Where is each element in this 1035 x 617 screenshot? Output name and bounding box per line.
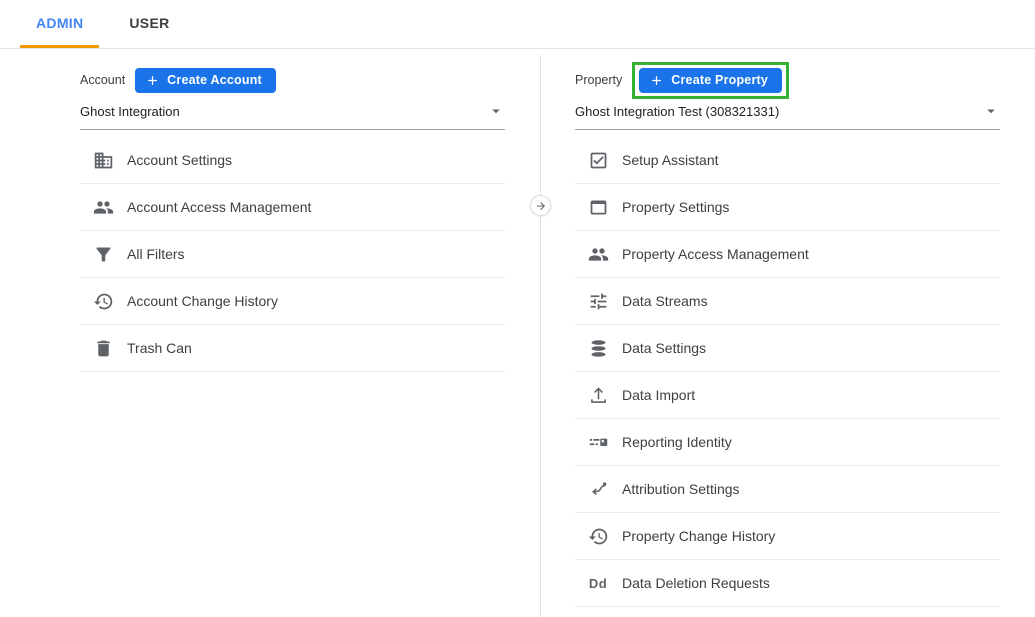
menu-item-data-import[interactable]: Data Import xyxy=(575,372,1000,419)
menu-item-data-deletion-requests[interactable]: Dd Data Deletion Requests xyxy=(575,560,1000,607)
create-property-highlight-box: Create Property xyxy=(632,62,789,99)
trash-icon xyxy=(92,337,114,359)
property-label: Property xyxy=(575,73,622,87)
history-icon xyxy=(92,290,114,312)
people-icon xyxy=(92,196,114,218)
admin-tab-bar: ADMIN USER xyxy=(0,0,1035,49)
dropdown-caret-icon xyxy=(982,102,1000,120)
setup-assistant-icon xyxy=(587,149,609,171)
property-menu: Setup Assistant Property Settings Proper… xyxy=(575,137,1000,607)
account-selector[interactable]: Ghost Integration xyxy=(80,102,505,130)
menu-item-data-settings[interactable]: Data Settings xyxy=(575,325,1000,372)
identity-icon xyxy=(587,431,609,453)
expand-column-arrow-button[interactable] xyxy=(530,195,551,216)
menu-item-attribution-settings[interactable]: Attribution Settings xyxy=(575,466,1000,513)
tab-admin[interactable]: ADMIN xyxy=(20,0,99,48)
admin-content: Account Create Account Ghost Integration… xyxy=(0,49,1035,617)
property-column: Property Create Property Ghost Integrati… xyxy=(575,49,1000,607)
account-column: Account Create Account Ghost Integration… xyxy=(80,49,505,372)
column-divider xyxy=(540,55,541,617)
upload-icon xyxy=(587,384,609,406)
plus-icon xyxy=(145,73,160,88)
business-icon xyxy=(92,149,114,171)
account-menu: Account Settings Account Access Manageme… xyxy=(80,137,505,372)
database-icon xyxy=(587,337,609,359)
history-icon xyxy=(587,525,609,547)
dd-icon: Dd xyxy=(587,572,609,594)
create-account-button[interactable]: Create Account xyxy=(135,68,276,93)
plus-icon xyxy=(649,73,664,88)
menu-item-all-filters[interactable]: All Filters xyxy=(80,231,505,278)
property-selector-value: Ghost Integration Test (308321331) xyxy=(575,104,779,119)
menu-item-account-change-history[interactable]: Account Change History xyxy=(80,278,505,325)
arrow-right-icon xyxy=(535,200,547,212)
account-label: Account xyxy=(80,73,125,87)
people-icon xyxy=(587,243,609,265)
tab-user[interactable]: USER xyxy=(113,0,185,48)
menu-item-account-settings[interactable]: Account Settings xyxy=(80,137,505,184)
property-selector[interactable]: Ghost Integration Test (308321331) xyxy=(575,102,1000,130)
dropdown-caret-icon xyxy=(487,102,505,120)
filter-icon xyxy=(92,243,114,265)
account-column-header: Account Create Account xyxy=(80,66,505,94)
create-property-button[interactable]: Create Property xyxy=(639,68,782,93)
menu-item-trash-can[interactable]: Trash Can xyxy=(80,325,505,372)
streams-icon xyxy=(587,290,609,312)
menu-item-property-access-management[interactable]: Property Access Management xyxy=(575,231,1000,278)
window-icon xyxy=(587,196,609,218)
menu-item-reporting-identity[interactable]: Reporting Identity xyxy=(575,419,1000,466)
menu-item-setup-assistant[interactable]: Setup Assistant xyxy=(575,137,1000,184)
menu-item-data-streams[interactable]: Data Streams xyxy=(575,278,1000,325)
attribution-icon xyxy=(587,478,609,500)
account-selector-value: Ghost Integration xyxy=(80,104,180,119)
property-column-header: Property Create Property xyxy=(575,66,1000,94)
menu-item-property-settings[interactable]: Property Settings xyxy=(575,184,1000,231)
menu-item-property-change-history[interactable]: Property Change History xyxy=(575,513,1000,560)
menu-item-account-access-management[interactable]: Account Access Management xyxy=(80,184,505,231)
